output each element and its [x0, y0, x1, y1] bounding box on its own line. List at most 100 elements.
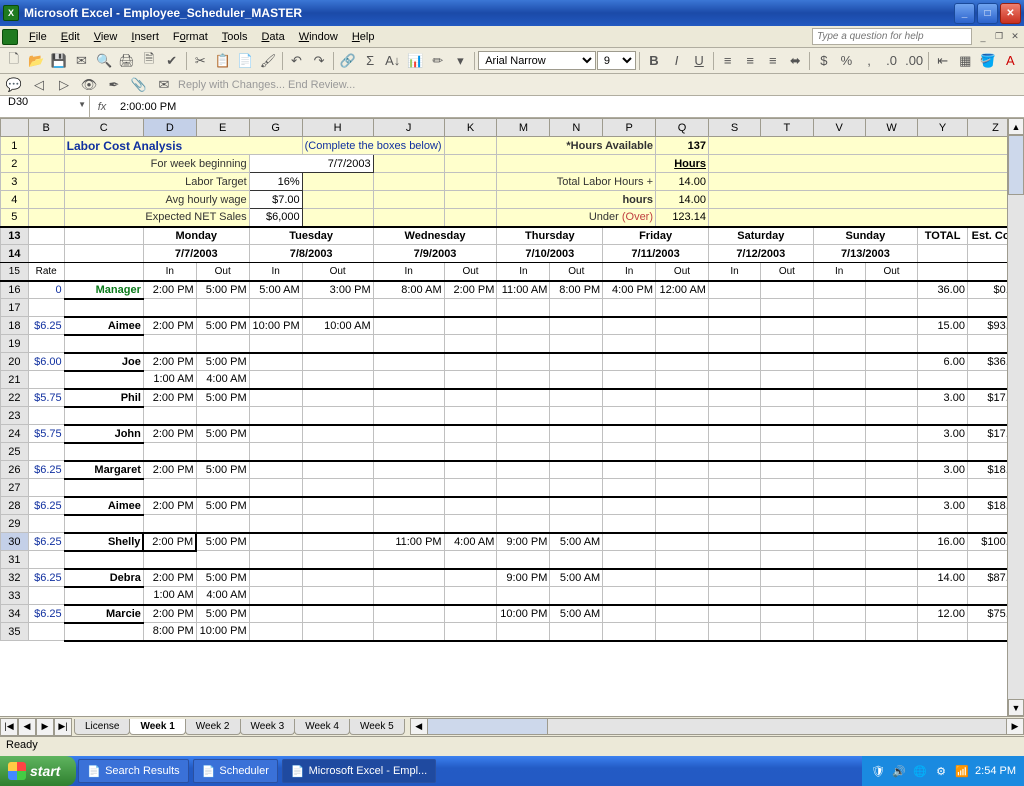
time-cell[interactable]: 5:00 AM: [550, 605, 603, 623]
time-cell[interactable]: [497, 335, 550, 353]
time-cell[interactable]: [249, 299, 302, 317]
fill-color-icon[interactable]: 🪣: [977, 50, 999, 72]
cell[interactable]: [28, 335, 64, 353]
cell[interactable]: Hours: [656, 155, 709, 173]
menu-format[interactable]: Format: [166, 29, 215, 45]
time-cell[interactable]: [302, 389, 373, 407]
scroll-up-icon[interactable]: ▲: [1008, 118, 1024, 135]
cell[interactable]: [444, 173, 497, 191]
time-cell[interactable]: [302, 569, 373, 587]
time-cell[interactable]: [708, 569, 760, 587]
col-header-E[interactable]: E: [196, 119, 249, 137]
time-cell[interactable]: [249, 479, 302, 497]
time-cell[interactable]: [444, 371, 497, 389]
row-header[interactable]: 14: [1, 245, 29, 263]
employee-name[interactable]: Phil: [64, 389, 143, 407]
row-header[interactable]: 30: [1, 533, 29, 551]
comma-icon[interactable]: ,: [858, 50, 880, 72]
sales-input[interactable]: $6,000: [249, 209, 302, 227]
cell[interactable]: [918, 551, 968, 569]
rate-cell[interactable]: $6.25: [28, 461, 64, 479]
time-cell[interactable]: [813, 569, 865, 587]
cell[interactable]: [64, 407, 143, 425]
cell[interactable]: [918, 443, 968, 461]
cell[interactable]: In: [373, 263, 444, 281]
cell[interactable]: [64, 371, 143, 389]
rate-cell[interactable]: $6.25: [28, 497, 64, 515]
time-cell[interactable]: [196, 515, 249, 533]
time-cell[interactable]: [444, 515, 497, 533]
row-header[interactable]: 4: [1, 191, 29, 209]
col-header-Q[interactable]: Q: [656, 119, 709, 137]
time-cell[interactable]: 10:00 PM: [497, 605, 550, 623]
cell[interactable]: 7/13/2003: [813, 245, 918, 263]
cell[interactable]: [64, 443, 143, 461]
cell[interactable]: [64, 623, 143, 641]
cell[interactable]: [373, 173, 444, 191]
time-cell[interactable]: 1:00 AM: [143, 371, 196, 389]
time-cell[interactable]: [550, 407, 603, 425]
time-cell[interactable]: [302, 461, 373, 479]
time-cell[interactable]: [865, 623, 917, 641]
cell[interactable]: Total Labor Hours +: [497, 173, 656, 191]
time-cell[interactable]: [813, 281, 865, 299]
show-comment-icon[interactable]: 👁: [78, 74, 100, 96]
time-cell[interactable]: [865, 569, 917, 587]
row-header[interactable]: 26: [1, 461, 29, 479]
time-cell[interactable]: 9:00 PM: [497, 533, 550, 551]
cell[interactable]: [918, 335, 968, 353]
time-cell[interactable]: 8:00 PM: [143, 623, 196, 641]
time-cell[interactable]: [603, 353, 656, 371]
time-cell[interactable]: [761, 479, 813, 497]
cell[interactable]: In: [708, 263, 760, 281]
row-header[interactable]: 15: [1, 263, 29, 281]
time-cell[interactable]: [865, 353, 917, 371]
cell[interactable]: [28, 245, 64, 263]
time-cell[interactable]: [143, 407, 196, 425]
sort-asc-icon[interactable]: A↓: [382, 50, 404, 72]
cell[interactable]: [28, 515, 64, 533]
time-cell[interactable]: [813, 461, 865, 479]
time-cell[interactable]: [865, 461, 917, 479]
time-cell[interactable]: [550, 389, 603, 407]
cell[interactable]: [302, 209, 373, 227]
employee-name[interactable]: Debra: [64, 569, 143, 587]
time-cell[interactable]: [813, 389, 865, 407]
total-cell[interactable]: 3.00: [918, 389, 968, 407]
total-cell[interactable]: 3.00: [918, 461, 968, 479]
fx-icon[interactable]: fx: [90, 101, 114, 113]
employee-name[interactable]: Aimee: [64, 317, 143, 335]
cell[interactable]: Tuesday: [249, 227, 373, 245]
time-cell[interactable]: [373, 551, 444, 569]
time-cell[interactable]: [865, 407, 917, 425]
time-cell[interactable]: [249, 443, 302, 461]
time-cell[interactable]: [497, 371, 550, 389]
open-icon[interactable]: 📂: [26, 50, 48, 72]
time-cell[interactable]: 2:00 PM: [143, 317, 196, 335]
select-all-cell[interactable]: [1, 119, 29, 137]
time-cell[interactable]: [373, 587, 444, 605]
cell[interactable]: [64, 227, 143, 245]
time-cell[interactable]: [708, 461, 760, 479]
col-header-W[interactable]: W: [865, 119, 917, 137]
time-cell[interactable]: [550, 623, 603, 641]
time-cell[interactable]: [761, 443, 813, 461]
cell[interactable]: [302, 173, 373, 191]
cell[interactable]: [64, 245, 143, 263]
time-cell[interactable]: [761, 587, 813, 605]
time-cell[interactable]: [708, 281, 760, 299]
total-cell[interactable]: 3.00: [918, 425, 968, 443]
time-cell[interactable]: [761, 299, 813, 317]
cell[interactable]: [28, 407, 64, 425]
time-cell[interactable]: [865, 551, 917, 569]
cell[interactable]: [918, 587, 968, 605]
time-cell[interactable]: [249, 371, 302, 389]
time-cell[interactable]: [865, 299, 917, 317]
time-cell[interactable]: 2:00 PM: [143, 569, 196, 587]
total-cell[interactable]: 12.00: [918, 605, 968, 623]
time-cell[interactable]: [550, 425, 603, 443]
comment-icon[interactable]: 💬: [3, 74, 25, 96]
time-cell[interactable]: [302, 587, 373, 605]
scroll-right-icon[interactable]: ▶: [1006, 719, 1023, 734]
currency-icon[interactable]: $: [813, 50, 835, 72]
